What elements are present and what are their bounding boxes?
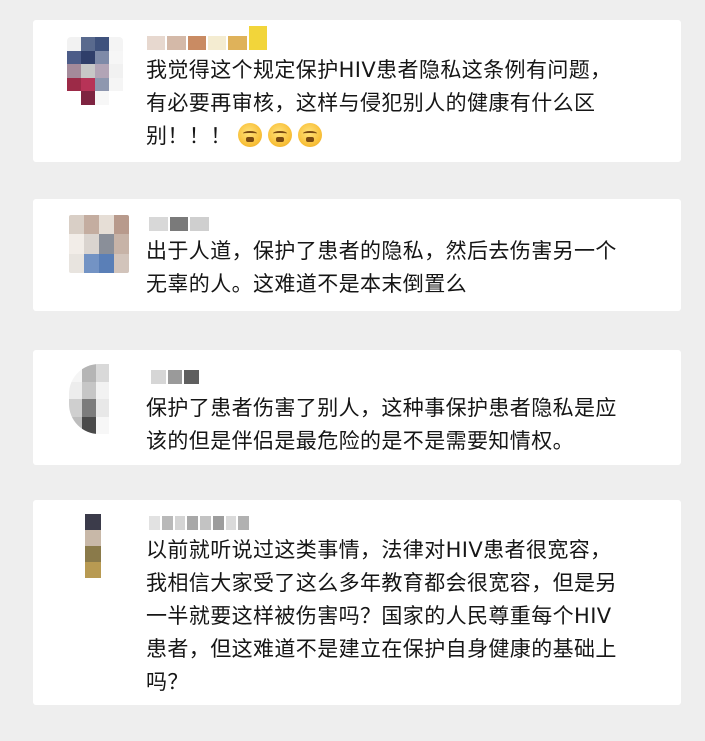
username-mosaic-block [149,516,160,530]
username-mosaic-block [238,516,249,530]
username-mosaic-block [167,36,186,50]
username-mosaic-block [184,370,200,384]
username-mosaic-block [151,370,166,384]
avatar-mosaic-cell [67,77,81,92]
avatar-mosaic-cell [69,215,84,235]
username-blurred[interactable] [149,217,210,231]
avatar-mosaic-cell [82,399,96,417]
avatar-mosaic-cell [84,253,99,273]
avatar-mosaic-cell [69,381,83,399]
avatar-mosaic-cell [95,364,109,382]
comment-line: 有必要再审核，这样与侵犯别人的健康有什么区 [146,91,596,115]
avatar-mosaic-cell [84,215,99,235]
avatar-mosaic-cell [69,416,83,434]
username-mosaic-block [228,36,247,50]
username-mosaic-block [161,516,173,530]
avatar-mosaic-cell [95,416,109,434]
comment-line: 保护了患者伤害了别人，这种事保护患者隐私是应 [146,396,617,420]
username-mosaic-block [212,516,224,530]
avatar-mosaic-cell [81,50,95,65]
avatar-mosaic-cell [95,77,109,92]
comment-line: 吗？ [146,670,189,694]
avatar-mosaic-cell [95,37,109,51]
avatar-mosaic-cell [114,215,129,235]
avatar-mosaic-cell [114,234,129,254]
avatar-mosaic-cell [99,234,114,254]
avatar-mosaic-cell [95,50,109,65]
comment-line: 出于人道，保护了患者的隐私，然后去伤害另一个 [146,239,617,263]
avatar-mosaic-cell [67,50,81,65]
username-mosaic-block [167,370,183,384]
avatar-mosaic-cell [85,562,101,578]
avatar-mosaic-cell [109,64,123,78]
username-blurred[interactable] [149,516,249,530]
avatar-mosaic-cell [69,253,84,273]
comment-line: 该的但是伴侣是最危险的是不是需要知情权。 [146,429,574,453]
comment-card: 我觉得这个规定保护HIV患者隐私这条例有问题， 有必要再审核，这样与侵犯别人的健… [33,20,681,162]
avatar[interactable] [67,37,123,105]
avatar[interactable] [69,215,129,273]
comment-card: 保护了患者伤害了别人，这种事保护患者隐私是应 该的但是伴侣是最危险的是不是需要知… [33,350,681,465]
avatar[interactable] [85,514,101,578]
avatar-mosaic-cell [85,546,101,562]
avatar-mosaic-cell [82,381,96,399]
avatar-mosaic-cell [95,399,109,417]
comment-text: 保护了患者伤害了别人，这种事保护患者隐私是应 该的但是伴侣是最危险的是不是需要知… [146,392,667,458]
avatar-mosaic-cell [109,37,123,51]
angry-face-icon [237,123,262,147]
comment-line: 我相信大家受了这么多年教育都会很宽容，但是另 [146,571,617,595]
username-mosaic-block [190,217,210,231]
comment-text: 以前就听说过这类事情，法律对HIV患者很宽容， 我相信大家受了这么多年教育都会很… [146,534,667,699]
avatar-mosaic-cell [82,364,96,382]
avatar-mosaic-cell [99,253,114,273]
comment-text: 出于人道，保护了患者的隐私，然后去伤害另一个 无辜的人。这难道不是本末倒置么 [146,235,667,301]
comment-line: 患者，但这难道不是建立在保护自身健康的基础上 [146,637,617,661]
avatar[interactable] [69,364,109,434]
username-mosaic-block [200,516,211,530]
username-mosaic-block [207,36,227,50]
avatar-mosaic-cell [67,37,81,51]
username-mosaic-block [225,516,237,530]
username-mosaic-block [248,26,267,50]
avatar-mosaic-cell [109,91,123,105]
avatar-mosaic-cell [84,234,99,254]
angry-face-icon [267,123,292,147]
avatar-mosaic-cell [95,91,109,105]
comment-line: 一半就要这样被伤害吗？国家的人民尊重每个HIV [146,604,612,628]
avatar-mosaic-cell [67,91,81,105]
avatar-mosaic-cell [69,399,83,417]
comment-line: 我觉得这个规定保护HIV患者隐私这条例有问题， [146,58,612,82]
avatar-mosaic-cell [99,215,114,235]
comment-line: 无辜的人。这难道不是本末倒置么 [146,272,467,296]
avatar-mosaic-cell [95,64,109,78]
avatar-mosaic-cell [82,416,96,434]
username-mosaic-block [174,516,186,530]
avatar-mosaic-cell [69,234,84,254]
username-mosaic-block [149,217,168,231]
username-blurred[interactable] [151,370,200,384]
avatar-mosaic-cell [85,530,101,546]
avatar-mosaic-cell [85,514,101,530]
avatar-mosaic-cell [81,77,95,92]
comment-card: 出于人道，保护了患者的隐私，然后去伤害另一个 无辜的人。这难道不是本末倒置么 [33,199,681,311]
avatar-mosaic-cell [81,37,95,51]
comment-text: 我觉得这个规定保护HIV患者隐私这条例有问题， 有必要再审核，这样与侵犯别人的健… [146,54,667,153]
username-mosaic-block [169,217,189,231]
comment-card: 以前就听说过这类事情，法律对HIV患者很宽容， 我相信大家受了这么多年教育都会很… [33,500,681,705]
username-mosaic-block [187,36,206,50]
avatar-mosaic-cell [81,64,95,78]
avatar-mosaic-cell [109,50,123,65]
avatar-mosaic-cell [81,91,95,105]
username-blurred[interactable] [147,26,267,50]
angry-face-icon [297,123,322,147]
avatar-mosaic-cell [69,364,83,382]
comment-line: 以前就听说过这类事情，法律对HIV患者很宽容， [146,538,612,562]
avatar-mosaic-cell [109,77,123,92]
avatar-mosaic-cell [95,381,109,399]
comment-line: 别！！！ [146,124,232,148]
avatar-mosaic-cell [114,253,129,273]
username-mosaic-block [187,516,198,530]
username-mosaic-block [147,36,166,50]
avatar-mosaic-cell [67,64,81,78]
